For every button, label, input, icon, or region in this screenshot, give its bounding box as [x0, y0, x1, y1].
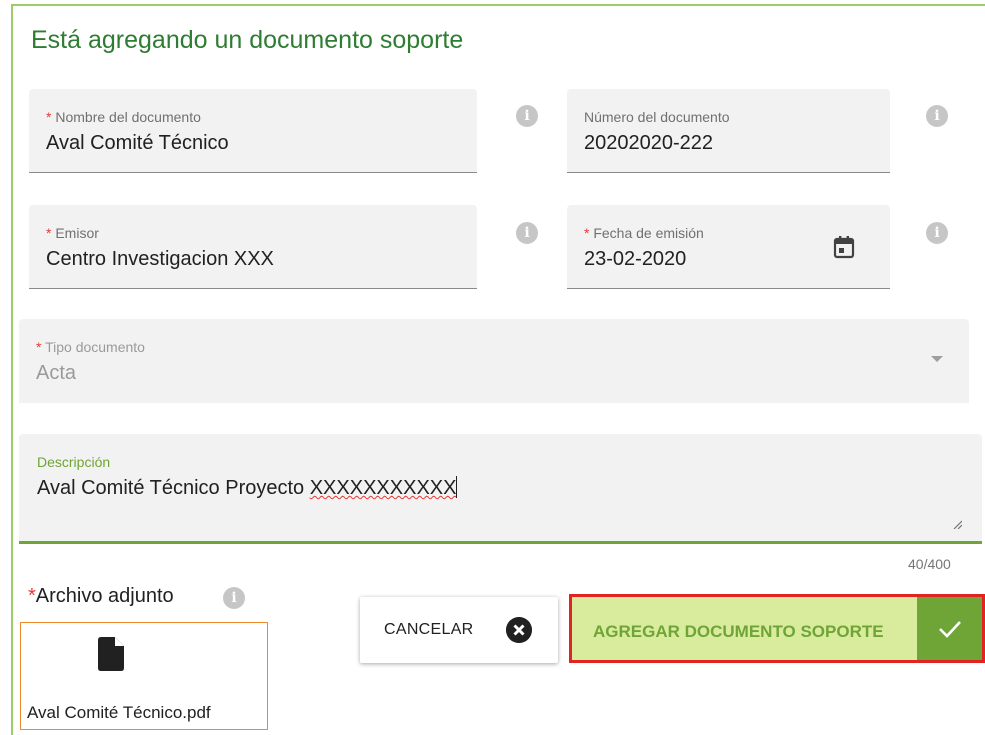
misspelled-word: XXXXXXXXXXX: [309, 477, 457, 499]
description-textarea[interactable]: Descripción Aval Comité Técnico Proyecto…: [19, 434, 982, 544]
check-icon-container: [917, 597, 982, 660]
required-marker: *: [28, 585, 36, 607]
issue-date-value: 23-02-2020: [584, 248, 687, 270]
info-icon[interactable]: i: [223, 587, 245, 609]
document-icon: [98, 637, 124, 671]
required-marker: *: [46, 109, 52, 125]
required-marker: *: [36, 339, 42, 355]
issue-date-label: * Fecha de emisión: [584, 225, 704, 241]
issue-date-field[interactable]: * Fecha de emisión 23-02-2020: [567, 205, 890, 289]
close-circle-icon: [506, 617, 532, 643]
attached-file-name: Aval Comité Técnico.pdf: [27, 703, 211, 722]
attachment-label-text: Archivo adjunto: [35, 585, 174, 607]
description-value: Aval Comité Técnico Proyecto XXXXXXXXXXX: [37, 476, 458, 500]
description-text: Aval Comité Técnico Proyecto: [37, 477, 310, 499]
document-name-value: Aval Comité Técnico: [46, 132, 229, 154]
chevron-down-icon[interactable]: [931, 356, 943, 362]
add-support-document-button[interactable]: AGREGAR DOCUMENTO SOPORTE: [569, 594, 985, 663]
issue-date-label-text: Fecha de emisión: [593, 225, 704, 241]
dialog-frame-left: [11, 4, 13, 735]
attached-file-card[interactable]: Aval Comité Técnico.pdf: [20, 622, 268, 730]
issuer-label: * Emisor: [46, 225, 99, 241]
document-type-label-text: Tipo documento: [45, 339, 145, 355]
issuer-field[interactable]: * Emisor Centro Investigacion XXX: [29, 205, 477, 289]
cancel-button[interactable]: CANCELAR: [360, 597, 558, 663]
document-name-label-text: Nombre del documento: [55, 109, 201, 125]
char-counter: 40/400: [908, 556, 951, 572]
dialog-frame-top: [11, 4, 985, 6]
info-icon[interactable]: i: [926, 105, 948, 127]
description-label: Descripción: [37, 454, 111, 470]
document-number-value: 20202020-222: [584, 132, 714, 154]
required-marker: *: [584, 225, 590, 241]
document-number-label: Número del documento: [584, 109, 730, 125]
resize-handle-icon[interactable]: [952, 519, 962, 529]
info-icon[interactable]: i: [926, 222, 948, 244]
add-support-document-label: AGREGAR DOCUMENTO SOPORTE: [593, 622, 884, 641]
document-name-label: * Nombre del documento: [46, 109, 201, 125]
required-marker: *: [46, 225, 52, 241]
info-icon[interactable]: i: [516, 222, 538, 244]
check-icon: [939, 621, 961, 638]
issuer-value: Centro Investigacion XXX: [46, 248, 274, 270]
dialog-title: Está agregando un documento soporte: [31, 26, 464, 54]
document-number-field[interactable]: Número del documento 20202020-222: [567, 89, 890, 173]
document-type-label: * Tipo documento: [36, 339, 145, 355]
issuer-label-text: Emisor: [55, 225, 99, 241]
calendar-icon[interactable]: [833, 235, 855, 259]
document-type-select[interactable]: * Tipo documento Acta: [19, 319, 969, 403]
attachment-label: *Archivo adjunto: [28, 585, 174, 608]
info-icon[interactable]: i: [516, 105, 538, 127]
document-type-value: Acta: [36, 362, 77, 384]
document-name-field[interactable]: * Nombre del documento Aval Comité Técni…: [29, 89, 477, 173]
text-cursor: [456, 476, 458, 498]
cancel-button-label: CANCELAR: [384, 621, 474, 638]
